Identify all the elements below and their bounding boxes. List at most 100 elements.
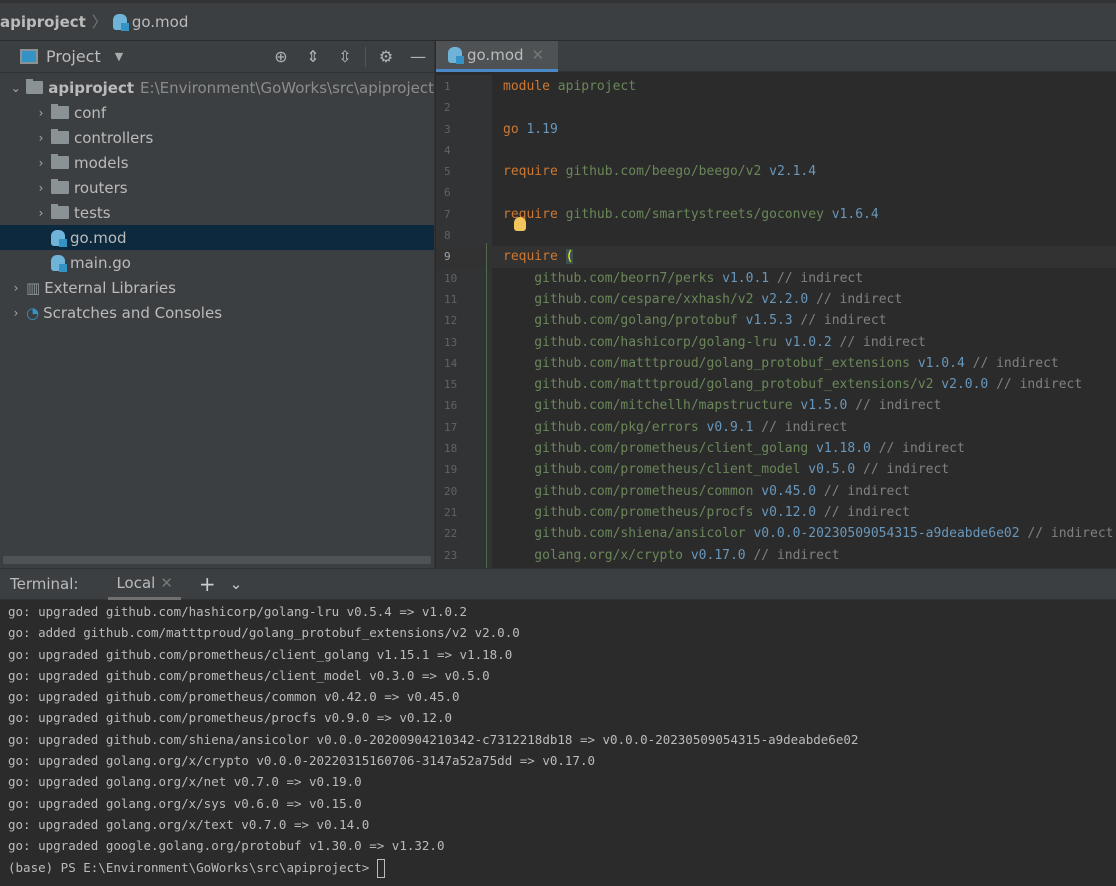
- code-token: // indirect: [831, 334, 926, 350]
- minimize-icon[interactable]: —: [402, 47, 434, 66]
- tab-go-mod[interactable]: go.mod ✕: [436, 41, 558, 72]
- go-file-icon: [51, 229, 67, 247]
- code-area[interactable]: 1 module apiproject 2 3 go 1.19 4 5 require git…: [436, 76, 1116, 566]
- terminal-output[interactable]: go: upgraded github.com/hashicorp/golang…: [0, 600, 1116, 857]
- tree-item-label: Scratches and Consoles: [43, 303, 223, 322]
- navigation-bar: apiproject 〉 go.mod: [0, 0, 1116, 41]
- lightbulb-icon[interactable]: [514, 217, 526, 231]
- code-line[interactable]: 14 github.com/matttproud/golang_protobuf…: [436, 353, 1116, 374]
- code-line[interactable]: 12 github.com/golang/protobuf v1.5.3 // …: [436, 310, 1116, 331]
- line-number: 11: [444, 292, 458, 306]
- plus-icon[interactable]: +: [199, 572, 216, 596]
- folder-icon: [51, 154, 69, 169]
- code-line[interactable]: 3 go 1.19: [436, 119, 1116, 140]
- chevron-right-icon[interactable]: ›: [31, 181, 51, 195]
- tree-item-label: main.go: [70, 253, 131, 272]
- folder-icon: [51, 179, 69, 194]
- code-line[interactable]: 1 module apiproject: [436, 76, 1116, 97]
- tree-item-routers[interactable]: › routers: [0, 175, 434, 200]
- line-number: 17: [444, 420, 458, 434]
- line-number: 5: [444, 165, 451, 179]
- code-line[interactable]: 7 require github.com/smartystreets/goconv…: [436, 204, 1116, 225]
- tree-item-tests[interactable]: › tests: [0, 200, 434, 225]
- code-line[interactable]: 2: [436, 97, 1116, 118]
- terminal-label: Terminal:: [10, 575, 79, 593]
- code-line[interactable]: 22 github.com/shiena/ansicolor v0.0.0-20…: [436, 523, 1116, 544]
- code-token: require: [503, 206, 566, 222]
- code-token: github.com/pkg/errors: [503, 419, 707, 435]
- tree-item-go-mod[interactable]: ›go.mod: [0, 225, 434, 250]
- code-token: v0.0.0-20230509054315-a9deabde6e02: [753, 526, 1020, 542]
- go-file-icon: [448, 47, 464, 64]
- code-token: v1.0.2: [784, 334, 832, 350]
- line-number: 10: [444, 271, 458, 285]
- line-number: 1: [444, 80, 451, 93]
- code-line[interactable]: 16 github.com/mitchellh/mapstructure v1.…: [436, 395, 1116, 416]
- code-line[interactable]: 19 github.com/prometheus/client_model v0…: [436, 459, 1116, 480]
- project-view-selector[interactable]: Project: [46, 47, 101, 66]
- chevron-right-icon[interactable]: ›: [31, 156, 51, 170]
- code-line[interactable]: 10 github.com/beorn7/perks v1.0.1 // ind…: [436, 268, 1116, 289]
- close-icon[interactable]: ✕: [532, 46, 545, 64]
- editor: go.mod ✕ 1 module apiproject 2 3 go 1.19 4 5 re…: [436, 41, 1116, 568]
- tree-item-path: E:\Environment\GoWorks\src\apiproject: [140, 78, 434, 97]
- tree-item-label: tests: [74, 203, 111, 222]
- chevron-right-icon[interactable]: ›: [6, 306, 26, 320]
- locate-file-icon[interactable]: ⊕: [265, 47, 297, 66]
- expand-all-icon[interactable]: ⇕: [297, 47, 329, 66]
- code-token: // indirect: [816, 504, 910, 520]
- folder-icon: [51, 204, 69, 219]
- breadcrumb-file[interactable]: go.mod: [132, 13, 189, 31]
- chevron-down-icon[interactable]: ▼: [115, 50, 123, 63]
- code-line[interactable]: 15 github.com/matttproud/golang_protobuf…: [436, 374, 1116, 395]
- code-line[interactable]: 9 require (: [436, 246, 1116, 268]
- code-line[interactable]: 23 golang.org/x/crypto v0.17.0 // indire…: [436, 545, 1116, 566]
- tree-item-conf[interactable]: › conf: [0, 100, 434, 125]
- terminal-line: go: upgraded github.com/shiena/ansicolor…: [8, 731, 859, 747]
- close-icon[interactable]: ✕: [160, 574, 173, 592]
- code-token: apiproject: [557, 79, 637, 94]
- tree-item-models[interactable]: › models: [0, 150, 434, 175]
- chevron-right-icon[interactable]: ›: [31, 206, 51, 220]
- chevron-right-icon[interactable]: ›: [6, 281, 26, 295]
- code-line[interactable]: 20 github.com/prometheus/common v0.45.0 …: [436, 481, 1116, 502]
- code-line[interactable]: 8: [436, 225, 1116, 246]
- code-line[interactable]: 17 github.com/pkg/errors v0.9.1 // indir…: [436, 417, 1116, 438]
- terminal-tab-local[interactable]: Local ✕: [108, 569, 181, 600]
- code-line[interactable]: 21 github.com/prometheus/procfs v0.12.0 …: [436, 502, 1116, 523]
- folder-icon: [51, 129, 69, 144]
- tree-item-apiproject[interactable]: ⌄ apiproject E:\Environment\GoWorks\src\ap…: [0, 75, 434, 100]
- tree-item-external-libraries[interactable]: › ▥ External Libraries: [0, 275, 434, 300]
- collapse-all-icon[interactable]: ⇳: [329, 47, 361, 66]
- chevron-right-icon[interactable]: ›: [31, 131, 51, 145]
- code-token: require: [503, 164, 566, 180]
- code-token: v0.9.1: [706, 419, 754, 435]
- code-line[interactable]: 11 github.com/cespare/xxhash/v2 v2.2.0 /…: [436, 289, 1116, 310]
- code-line[interactable]: 4: [436, 140, 1116, 161]
- breadcrumb-project[interactable]: apiproject: [0, 13, 86, 31]
- horizontal-scrollbar[interactable]: [3, 556, 431, 564]
- code-line[interactable]: 6: [436, 182, 1116, 203]
- code-token: github.com/smartystreets/goconvey: [565, 206, 832, 222]
- code-token: github.com/prometheus/client_golang: [503, 441, 817, 457]
- tree-item-scratches-and-consoles[interactable]: › ◔ Scratches and Consoles: [0, 300, 434, 325]
- terminal-line: go: upgraded golang.org/x/net v0.7.0 => …: [8, 774, 362, 790]
- code-token: // indirect: [808, 291, 903, 307]
- gear-icon[interactable]: ⚙: [370, 47, 402, 66]
- tree-item-controllers[interactable]: › controllers: [0, 125, 434, 150]
- code-token: github.com/matttproud/golang_protobuf_ex…: [503, 377, 942, 393]
- code-line[interactable]: 13 github.com/hashicorp/golang-lru v1.0.…: [436, 332, 1116, 353]
- terminal-prompt[interactable]: (base) PS E:\Environment\GoWorks\src\api…: [0, 857, 1116, 878]
- terminal-tab-label: Local: [116, 573, 156, 592]
- chevron-right-icon[interactable]: ›: [31, 106, 51, 120]
- terminal-line: go: added github.com/matttproud/golang_p…: [8, 625, 520, 641]
- code-line[interactable]: 18 github.com/prometheus/client_golang v…: [436, 438, 1116, 459]
- code-token: v0.12.0: [761, 504, 817, 520]
- chevron-down-icon[interactable]: ⌄: [230, 575, 243, 593]
- code-token: v2.1.4: [769, 164, 817, 180]
- chevron-down-icon[interactable]: ⌄: [6, 81, 26, 95]
- code-line[interactable]: 5 require github.com/beego/beego/v2 v2.1.…: [436, 161, 1116, 182]
- line-number: 8: [444, 229, 451, 243]
- line-number: 6: [444, 186, 451, 200]
- tree-item-main-go[interactable]: ›main.go: [0, 250, 434, 275]
